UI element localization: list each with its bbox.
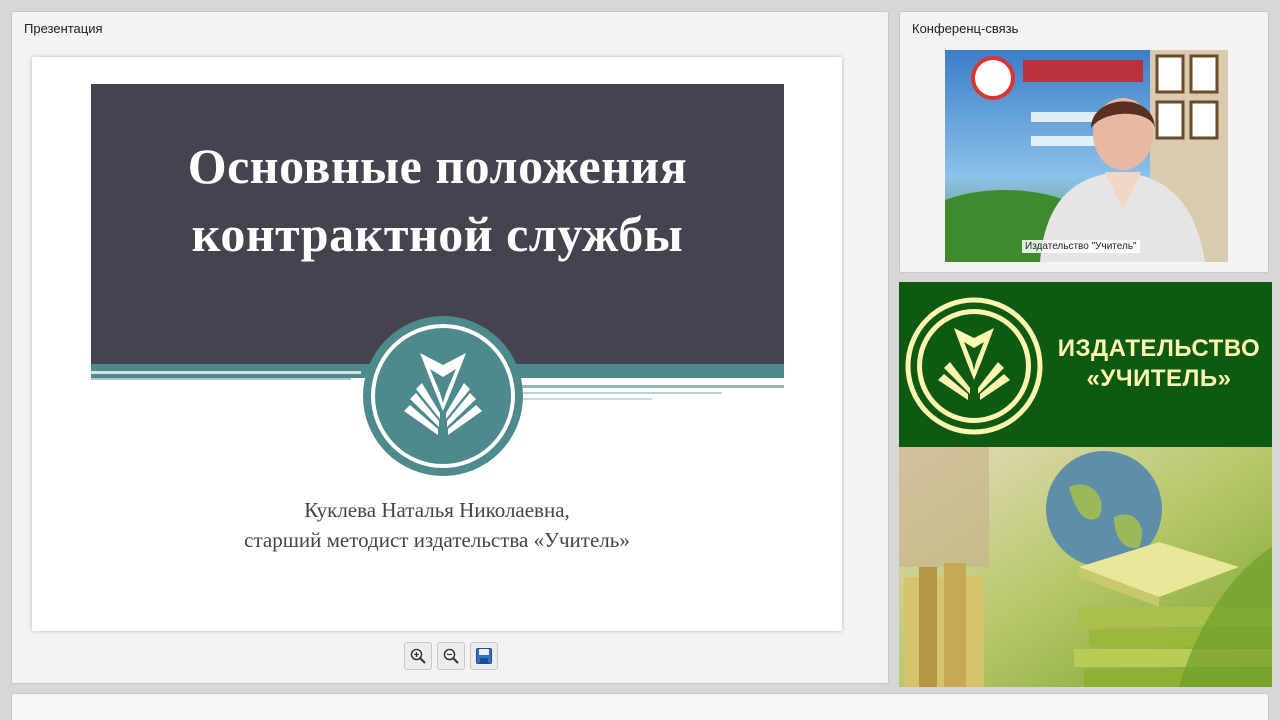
banner-name-line2: «УЧИТЕЛЬ»	[1086, 365, 1232, 392]
presentation-panel: Презентация Основные положения контрактн…	[11, 11, 889, 684]
participant-name-label: Издательство "Учитель"	[1022, 240, 1140, 253]
banner-books-image	[899, 447, 1272, 687]
banner-publisher-name: ИЗДАТЕЛЬСТВО «УЧИТЕЛЬ»	[1049, 334, 1269, 394]
banner-logo-icon	[905, 297, 1043, 435]
slide-stripe-line3	[522, 398, 652, 400]
save-icon	[476, 648, 492, 664]
slide-stripe-line4	[91, 378, 351, 380]
save-button[interactable]	[470, 642, 498, 670]
participant-video[interactable]: Издательство "Учитель"	[945, 50, 1228, 262]
slide: Основные положения контрактной службы Ку…	[32, 57, 842, 631]
slide-title-line2: контрактной службы	[191, 206, 684, 262]
slide-stripe-line2	[522, 392, 722, 394]
slide-author: Куклева Наталья Николаевна, старший мето…	[32, 495, 842, 555]
banner-header: ИЗДАТЕЛЬСТВО «УЧИТЕЛЬ»	[899, 282, 1272, 447]
conference-panel: Конференц-связь Издательство "Учитель"	[899, 11, 1269, 273]
books-globe-image	[899, 447, 1272, 687]
zoom-in-icon	[410, 648, 426, 664]
slide-title: Основные положения контрактной службы	[91, 132, 784, 268]
conference-panel-title: Конференц-связь	[912, 21, 1019, 36]
webcam-frame	[945, 50, 1228, 262]
banner-name-line1: ИЗДАТЕЛЬСТВО	[1057, 335, 1261, 362]
slide-author-name: Куклева Наталья Николаевна,	[304, 498, 570, 522]
bottom-panel	[11, 693, 1269, 720]
slide-author-role: старший методист издательства «Учитель»	[244, 528, 630, 552]
slide-title-line1: Основные положения	[187, 138, 688, 194]
zoom-in-button[interactable]	[404, 642, 432, 670]
zoom-out-icon	[443, 648, 459, 664]
slide-stripe-line1	[522, 385, 784, 388]
publisher-banner: ИЗДАТЕЛЬСТВО «УЧИТЕЛЬ»	[899, 282, 1272, 687]
zoom-out-button[interactable]	[437, 642, 465, 670]
slide-stripe-light	[91, 371, 361, 374]
publisher-logo-icon	[363, 316, 523, 476]
presentation-panel-title: Презентация	[24, 21, 103, 36]
